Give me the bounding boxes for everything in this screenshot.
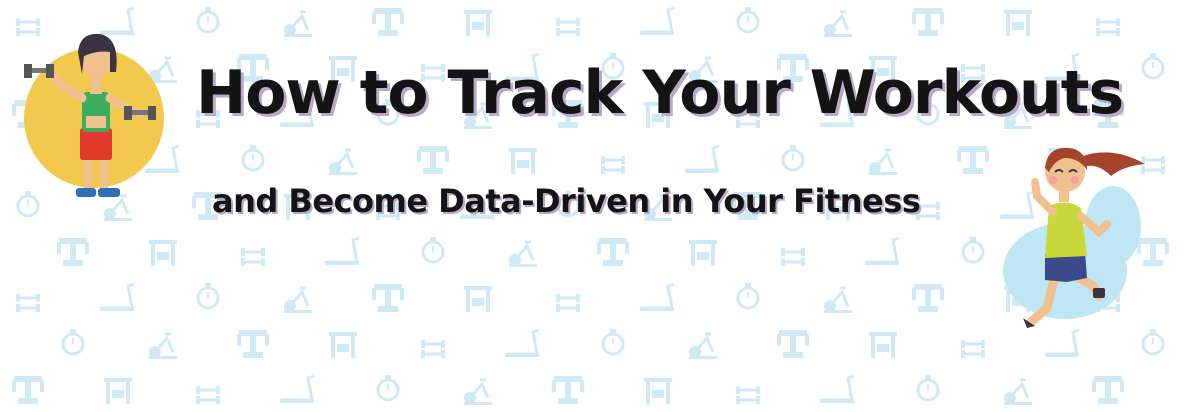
- stopwatch-icon: [376, 373, 400, 402]
- weight-machine-icon: [597, 238, 629, 266]
- dumbbell-icon: [196, 386, 220, 404]
- weight-machine-icon: [1092, 376, 1124, 404]
- dumbbell-icon: [16, 294, 40, 312]
- chest-press-icon: [509, 148, 537, 174]
- chest-press-icon: [329, 332, 357, 358]
- dumbbell-icon: [421, 340, 445, 358]
- stopwatch-icon: [781, 143, 805, 172]
- dumbbell-icon: [556, 294, 580, 312]
- weight-machine-icon: [372, 8, 404, 36]
- page-title: How to Track Your Workouts: [196, 58, 1124, 128]
- chest-press-icon: [464, 10, 492, 36]
- dumbbell-icon: [241, 248, 265, 266]
- treadmill-icon: [818, 374, 856, 405]
- treadmill-icon: [863, 236, 901, 267]
- weight-machine-icon: [12, 376, 44, 404]
- treadmill-icon: [683, 144, 721, 175]
- exercise-bike-icon: [282, 10, 314, 39]
- dumbbell-icon: [961, 340, 985, 358]
- chest-press-icon: [104, 378, 132, 404]
- weight-machine-icon: [57, 238, 89, 266]
- dumbbell-icon: [601, 156, 625, 174]
- weight-machine-icon: [552, 376, 584, 404]
- chest-press-icon: [464, 286, 492, 312]
- stopwatch-icon: [736, 281, 760, 310]
- dumbbell-icon: [736, 386, 760, 404]
- chest-press-icon: [1004, 10, 1032, 36]
- exercise-bike-icon: [1002, 378, 1034, 407]
- chest-press-icon: [149, 240, 177, 266]
- woman-running-illustration: [1003, 147, 1145, 328]
- exercise-bike-icon: [822, 10, 854, 39]
- chest-press-icon: [644, 378, 672, 404]
- exercise-bike-icon: [147, 332, 179, 361]
- stopwatch-icon: [601, 327, 625, 356]
- stopwatch-icon: [61, 327, 85, 356]
- weight-machine-icon: [957, 146, 989, 174]
- exercise-bike-icon: [507, 240, 539, 269]
- weight-machine-icon: [237, 330, 269, 358]
- weight-machine-icon: [777, 330, 809, 358]
- dumbbell-icon: [556, 18, 580, 36]
- weight-machine-icon: [912, 8, 944, 36]
- treadmill-icon: [638, 282, 676, 313]
- weight-machine-icon: [372, 284, 404, 312]
- man-lifting-dumbbells-illustration: [24, 33, 164, 197]
- exercise-bike-icon: [687, 332, 719, 361]
- treadmill-icon: [638, 6, 676, 37]
- weight-machine-icon: [912, 284, 944, 312]
- treadmill-icon: [323, 236, 361, 267]
- weight-machine-icon: [417, 146, 449, 174]
- stopwatch-icon: [421, 235, 445, 264]
- exercise-bike-icon: [462, 378, 494, 407]
- stopwatch-icon: [196, 5, 220, 34]
- treadmill-icon: [278, 374, 316, 405]
- exercise-bike-icon: [282, 286, 314, 315]
- exercise-bike-icon: [867, 148, 899, 177]
- stopwatch-icon: [961, 235, 985, 264]
- page-subtitle: and Become Data-Driven in Your Fitness: [212, 182, 921, 220]
- stopwatch-icon: [916, 373, 940, 402]
- chest-press-icon: [869, 332, 897, 358]
- exercise-bike-icon: [327, 148, 359, 177]
- exercise-bike-icon: [822, 286, 854, 315]
- dumbbell-icon: [781, 248, 805, 266]
- dumbbell-icon: [1096, 18, 1120, 36]
- chest-press-icon: [689, 240, 717, 266]
- stopwatch-icon: [196, 281, 220, 310]
- stopwatch-icon: [736, 5, 760, 34]
- treadmill-icon: [503, 328, 541, 359]
- treadmill-icon: [98, 282, 136, 313]
- stopwatch-icon: [241, 143, 265, 172]
